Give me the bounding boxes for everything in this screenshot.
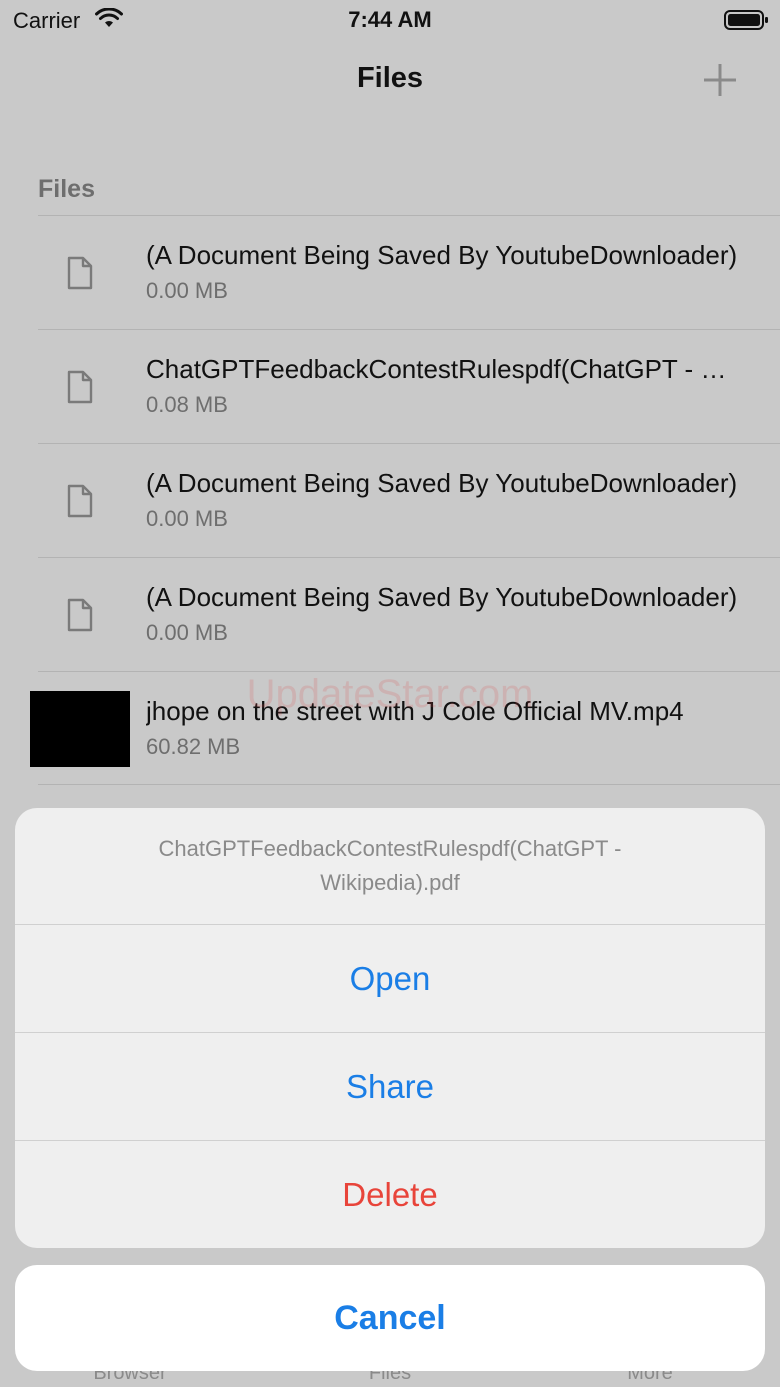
file-size: 0.00 MB xyxy=(146,506,228,531)
file-size: 0.08 MB xyxy=(146,392,228,417)
file-size: 60.82 MB xyxy=(146,734,241,759)
open-button[interactable]: Open xyxy=(15,925,765,1033)
share-button[interactable]: Share xyxy=(15,1033,765,1141)
document-icon xyxy=(67,370,93,404)
status-bar: Carrier 7:44 AM xyxy=(0,0,780,40)
add-icon[interactable] xyxy=(700,60,740,100)
file-size: 0.00 MB xyxy=(146,620,228,645)
document-icon xyxy=(67,484,93,518)
document-icon xyxy=(67,256,93,290)
file-name: (A Document Being Saved By YoutubeDownlo… xyxy=(146,468,738,498)
file-size: 0.00 MB xyxy=(146,278,228,303)
file-name: (A Document Being Saved By YoutubeDownlo… xyxy=(146,582,738,612)
file-name: ChatGPTFeedbackContestRulespdf(ChatGPT -… xyxy=(146,354,746,384)
delete-button[interactable]: Delete xyxy=(15,1141,765,1248)
cancel-button[interactable]: Cancel xyxy=(15,1265,765,1371)
file-row[interactable]: (A Document Being Saved By YoutubeDownlo… xyxy=(38,215,780,329)
document-icon xyxy=(67,598,93,632)
clock: 7:44 AM xyxy=(348,7,432,32)
action-sheet-title: ChatGPTFeedbackContestRulespdf(ChatGPT -… xyxy=(15,808,765,925)
action-sheet: ChatGPTFeedbackContestRulespdf(ChatGPT -… xyxy=(15,808,765,1248)
battery-icon xyxy=(724,10,768,30)
file-name: (A Document Being Saved By YoutubeDownlo… xyxy=(146,240,738,270)
watermark: UpdateStar.com xyxy=(246,672,534,716)
file-row[interactable]: ChatGPTFeedbackContestRulespdf(ChatGPT -… xyxy=(38,329,780,443)
section-header: Files xyxy=(38,175,95,203)
file-row[interactable]: (A Document Being Saved By YoutubeDownlo… xyxy=(38,557,780,671)
file-row[interactable]: (A Document Being Saved By YoutubeDownlo… xyxy=(38,443,780,557)
page-title: Files xyxy=(356,62,424,94)
